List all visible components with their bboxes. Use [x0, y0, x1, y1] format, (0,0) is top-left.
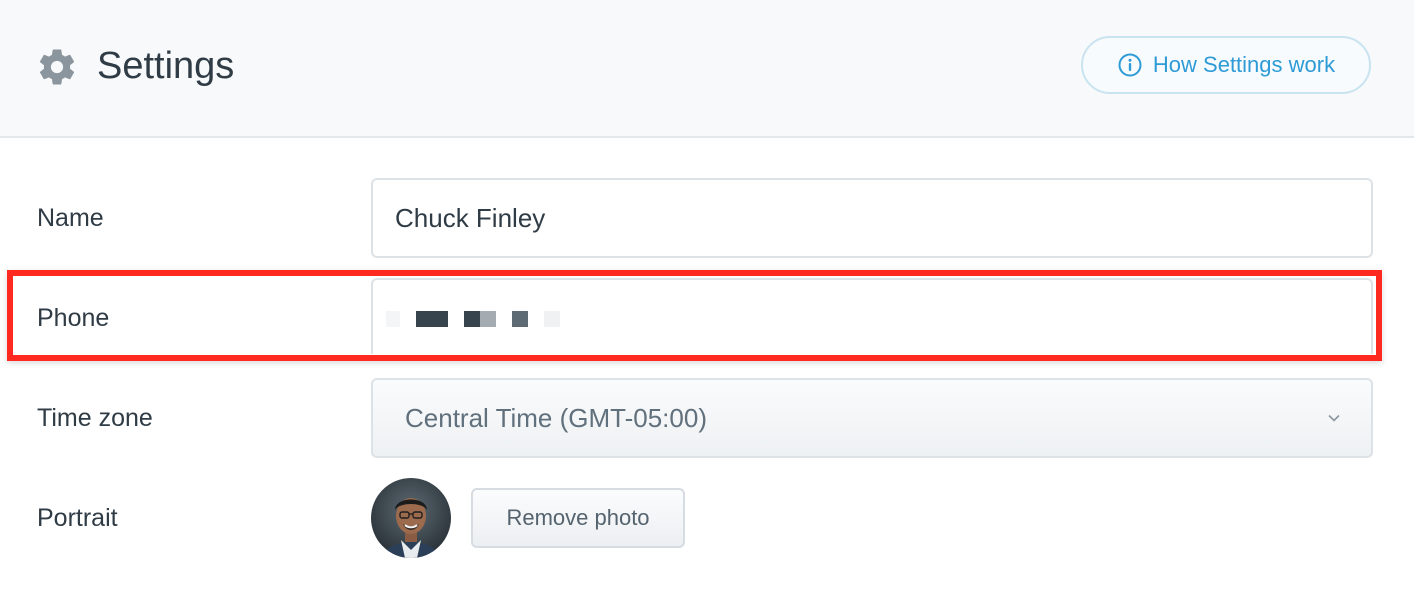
remove-photo-button[interactable]: Remove photo	[471, 488, 685, 548]
phone-highlight-box	[7, 270, 1382, 361]
timezone-label: Time zone	[37, 404, 153, 432]
name-value: Chuck Finley	[395, 202, 546, 233]
info-icon	[1118, 53, 1142, 77]
name-field[interactable]: Chuck Finley	[371, 178, 1373, 258]
chevron-down-icon	[1328, 414, 1340, 422]
avatar-photo	[371, 478, 451, 558]
gear-icon	[39, 49, 75, 85]
avatar	[371, 478, 451, 558]
portrait-label: Portrait	[37, 504, 118, 532]
settings-header: Settings How Settings work	[0, 0, 1414, 138]
how-settings-work-button[interactable]: How Settings work	[1081, 36, 1371, 94]
timezone-select[interactable]: Central Time (GMT-05:00)	[371, 378, 1373, 458]
timezone-value: Central Time (GMT-05:00)	[405, 402, 707, 433]
page-title: Settings	[97, 45, 235, 87]
name-label: Name	[37, 204, 104, 232]
how-settings-work-label: How Settings work	[1152, 52, 1336, 77]
settings-page: Settings How Settings work Name Chuck Fi…	[0, 0, 1414, 600]
